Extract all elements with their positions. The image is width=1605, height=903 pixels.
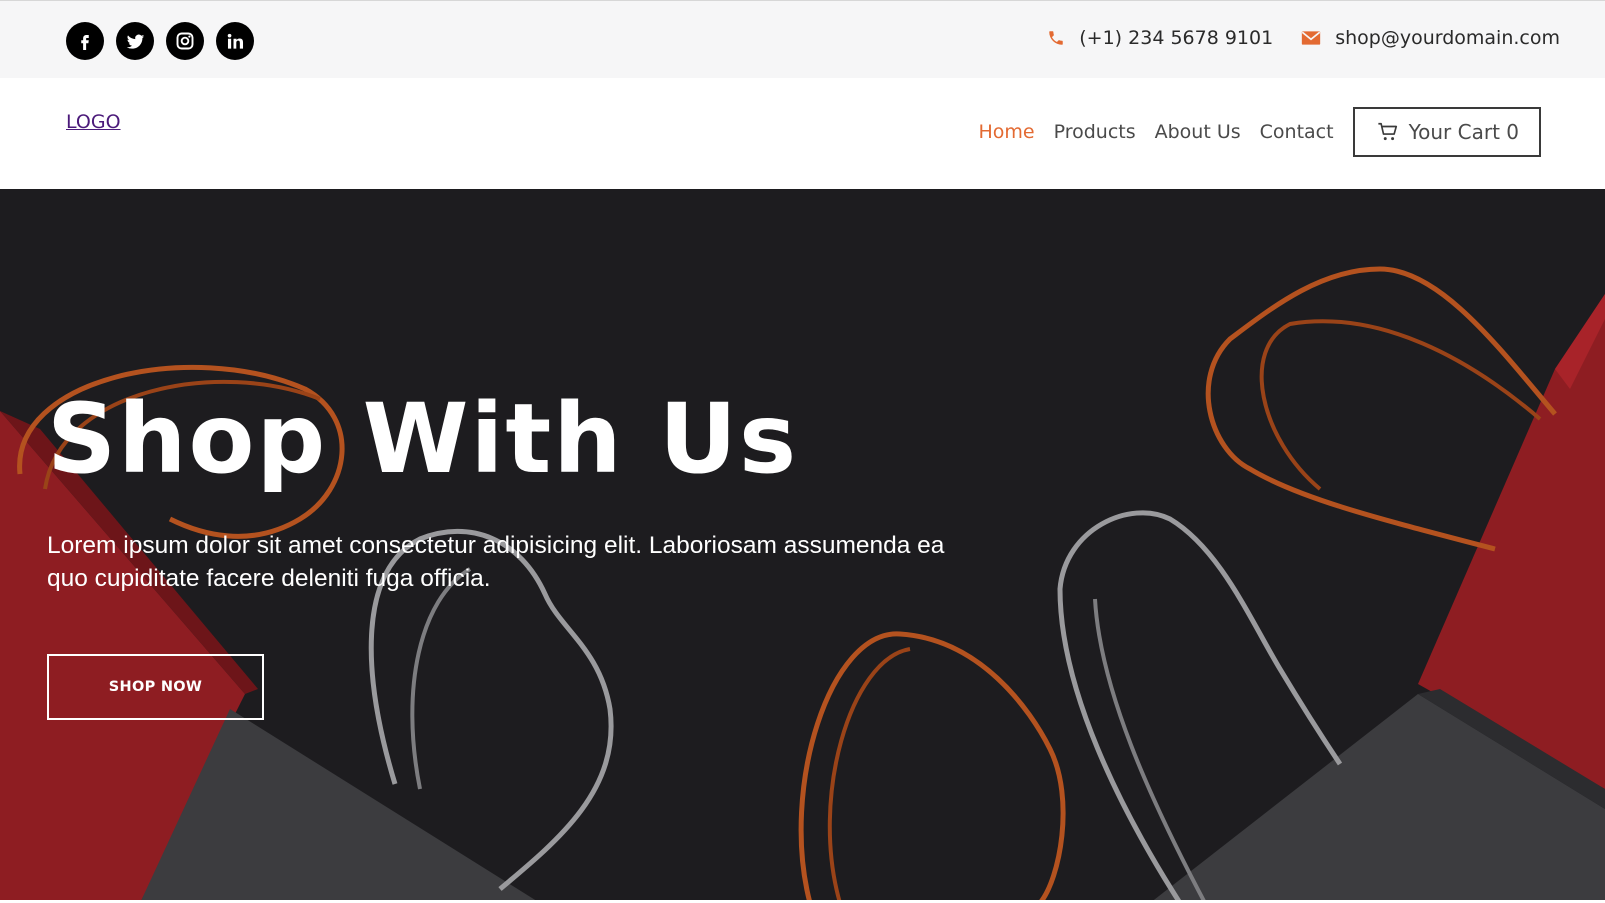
twitter-link[interactable] xyxy=(116,22,154,60)
twitter-icon xyxy=(126,34,144,49)
email-address[interactable]: shop@yourdomain.com xyxy=(1335,27,1560,49)
cart-button[interactable]: Your Cart 0 xyxy=(1352,107,1541,157)
email-contact: shop@yourdomain.com xyxy=(1301,27,1560,49)
cart-icon xyxy=(1377,122,1397,141)
nav-item-about-us[interactable]: About Us xyxy=(1155,121,1241,143)
linkedin-icon xyxy=(227,33,243,49)
hero-title: Shop With Us xyxy=(47,383,799,495)
facebook-link[interactable] xyxy=(66,22,104,60)
top-utility-bar: (+1) 234 5678 9101 shop@yourdomain.com xyxy=(0,0,1605,78)
hero-section: Shop With Us Lorem ipsum dolor sit amet … xyxy=(0,189,1605,903)
shop-now-button[interactable]: SHOP NOW xyxy=(47,654,264,720)
contact-info: (+1) 234 5678 9101 shop@yourdomain.com xyxy=(1047,27,1560,49)
main-navbar: LOGO Home Products About Us Contact Your… xyxy=(0,78,1605,189)
linkedin-link[interactable] xyxy=(216,22,254,60)
instagram-link[interactable] xyxy=(166,22,204,60)
logo-link[interactable]: LOGO xyxy=(66,111,121,133)
facebook-icon xyxy=(81,35,89,50)
phone-icon xyxy=(1049,31,1064,45)
hero-description: Lorem ipsum dolor sit amet consectetur a… xyxy=(47,532,945,592)
phone-number[interactable]: (+1) 234 5678 9101 xyxy=(1079,27,1273,49)
social-links xyxy=(66,22,254,60)
nav-item-contact[interactable]: Contact xyxy=(1260,121,1334,143)
nav-item-products[interactable]: Products xyxy=(1054,121,1136,143)
cart-label: Your Cart 0 xyxy=(1408,120,1519,144)
instagram-icon xyxy=(176,32,194,50)
phone-contact: (+1) 234 5678 9101 xyxy=(1047,27,1273,49)
mail-icon xyxy=(1301,31,1321,45)
page: (+1) 234 5678 9101 shop@yourdomain.com L… xyxy=(0,0,1605,903)
nav-menu: Home Products About Us Contact Your Cart… xyxy=(978,107,1541,157)
nav-item-home[interactable]: Home xyxy=(978,121,1034,143)
